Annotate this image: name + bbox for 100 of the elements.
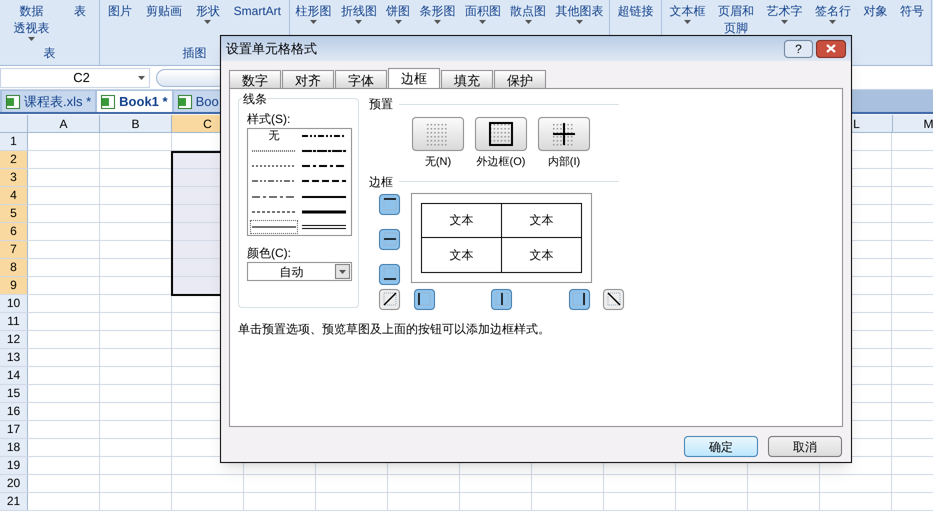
line-style-icon (302, 149, 346, 154)
ribbon-button[interactable]: 符号 (900, 0, 924, 44)
row-header[interactable]: 16 (0, 403, 28, 420)
dialog-tab[interactable]: 边框 (388, 68, 440, 89)
line-style-icon (252, 194, 296, 199)
line-style-icon (252, 149, 296, 154)
workbook-tab[interactable]: Book1 * (97, 91, 172, 112)
ribbon-group-label: 表 (44, 45, 56, 62)
border-toggle-button[interactable] (379, 228, 400, 250)
ribbon-button[interactable]: 折线图 (340, 0, 377, 44)
column-header[interactable]: M (892, 115, 933, 132)
line-style-option[interactable]: 无 (250, 129, 298, 143)
row-header[interactable]: 2 (0, 151, 28, 168)
border-toggle-button[interactable] (414, 288, 434, 310)
preset-label: 内部(I) (548, 154, 580, 170)
row-header[interactable]: 13 (0, 349, 28, 366)
field-label: 样式(S): (247, 111, 292, 128)
row-header[interactable]: 10 (0, 295, 28, 312)
border-toggle-button[interactable] (568, 288, 590, 310)
row-header[interactable]: 4 (0, 187, 28, 204)
dialog-tab[interactable]: 对齐 (282, 70, 334, 88)
workbook-tab[interactable]: 课程表.xls * (2, 91, 96, 112)
row-header[interactable]: 15 (0, 385, 28, 402)
line-style-icon (252, 164, 296, 168)
preset-label: 无(N) (424, 155, 452, 170)
ribbon-button[interactable]: 散点图 (510, 0, 546, 44)
ribbon-button[interactable]: 文本框 (669, 0, 706, 44)
row-header[interactable]: 9 (0, 277, 28, 294)
caret-icon (339, 270, 346, 274)
section-title: 边框 (369, 174, 393, 190)
dialog-button[interactable]: 确定 (684, 436, 758, 457)
ribbon-button[interactable]: 饼图 (386, 0, 410, 44)
ribbon-button[interactable]: 表 (74, 0, 86, 44)
ribbon-button[interactable]: 图片 (108, 0, 132, 44)
ribbon-button[interactable]: 超链接 (618, 0, 654, 44)
row-header[interactable]: 3 (0, 169, 28, 186)
section-title: 预置 (369, 96, 393, 113)
column-header[interactable]: A (28, 115, 100, 132)
border-line-icon (604, 290, 622, 308)
help-button[interactable]: ? (784, 40, 813, 58)
border-toggle-button[interactable] (491, 288, 512, 310)
row-header[interactable]: 11 (0, 313, 28, 330)
dialog-tab[interactable]: 字体 (335, 70, 387, 88)
border-line-icon (380, 290, 398, 308)
preview-text: 文本 (422, 238, 502, 272)
ribbon-button[interactable]: 其他图表 (555, 0, 604, 44)
row-header[interactable]: 17 (0, 421, 28, 438)
border-toggle-button[interactable] (379, 194, 400, 214)
dialog-title: 设置单元格格式 (226, 40, 318, 58)
row-header[interactable]: 19 (0, 457, 28, 474)
border-toggle-button[interactable] (379, 264, 400, 284)
line-style-icon (302, 194, 346, 199)
line-style-icon (302, 224, 346, 230)
workbook-tab[interactable]: Boo (174, 91, 223, 112)
ribbon-button[interactable]: 页眉和 页脚 (718, 0, 754, 44)
line-style-option[interactable] (250, 220, 298, 234)
row-header[interactable]: 6 (0, 223, 28, 240)
field-label: 颜色(C): (247, 245, 292, 262)
ribbon-button[interactable]: 面积图 (464, 0, 501, 44)
ribbon-button[interactable]: 形状 (196, 0, 220, 44)
line-style-icon (252, 210, 296, 214)
preview-text: 文本 (502, 204, 581, 238)
dialog-button[interactable]: 取消 (768, 436, 842, 457)
dialog-tab[interactable]: 填充 (441, 70, 493, 88)
border-toggle-button[interactable] (603, 288, 624, 310)
spreadsheet-icon (178, 94, 192, 108)
ribbon-button[interactable]: 对象 (863, 0, 888, 44)
name-box[interactable]: C2 (0, 68, 150, 88)
row-header[interactable]: 5 (0, 205, 28, 222)
row-header[interactable]: 14 (0, 367, 28, 384)
ribbon-button[interactable]: 条形图 (419, 0, 456, 44)
dialog-tab[interactable]: 数字 (229, 70, 281, 88)
ribbon-button[interactable]: 剪贴画 (146, 0, 182, 44)
dialog-tab[interactable]: 保护 (494, 70, 546, 88)
line-style-icon (302, 210, 346, 214)
ribbon-group-label: 插图 (182, 45, 206, 62)
line-style-icon (302, 134, 346, 138)
ribbon-button[interactable]: 数据 透视表 (13, 0, 50, 44)
row-header[interactable]: 20 (0, 475, 28, 492)
row-header[interactable]: 7 (0, 241, 28, 258)
border-toggle-button[interactable] (379, 288, 400, 310)
spreadsheet-icon (6, 94, 20, 108)
ribbon-button[interactable]: 签名行 (814, 0, 851, 44)
row-header[interactable]: 18 (0, 439, 28, 456)
color-dropdown[interactable]: 自动 (247, 262, 352, 281)
close-icon (825, 44, 837, 53)
spreadsheet-icon (101, 94, 116, 108)
row-header[interactable]: 8 (0, 259, 28, 276)
row-header[interactable]: 12 (0, 331, 28, 348)
preset-button[interactable] (475, 117, 527, 151)
border-preset-icon (486, 121, 516, 147)
row-header[interactable]: 1 (0, 133, 28, 150)
line-style-icon (252, 224, 296, 229)
line-style-list[interactable]: 无 (247, 128, 352, 236)
hint-text: 单击预置选项、预览草图及上面的按钮可以添加边框样式。 (238, 320, 551, 338)
close-button[interactable] (816, 40, 846, 58)
row-header[interactable]: 21 (0, 493, 28, 510)
preset-button[interactable] (538, 117, 590, 151)
caret-icon (138, 76, 145, 80)
line-style-icon (302, 179, 346, 184)
